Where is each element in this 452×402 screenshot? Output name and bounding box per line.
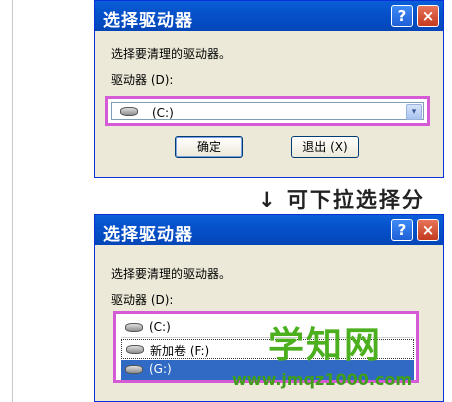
drive-icon [125, 323, 143, 332]
drive-icon [125, 365, 143, 374]
select-drive-dialog-top: 选择驱动器 ? × 选择要清理的驱动器。 驱动器 (D): (C:) ▾ 确定 … [94, 0, 444, 178]
watermark-url: www.jmqz1000.com [232, 370, 413, 389]
title-bar: 选择驱动器 ? × [95, 215, 443, 245]
chevron-down-icon[interactable]: ▾ [406, 104, 422, 120]
drive-label: 驱动器 (D): [111, 293, 174, 307]
dialog-title: 选择驱动器 [103, 225, 193, 245]
drive-combobox[interactable]: (C:) ▾ [111, 102, 424, 120]
help-button[interactable]: ? [391, 5, 413, 27]
prompt-text: 选择要清理的驱动器。 [111, 47, 232, 61]
ok-button[interactable]: 确定 [175, 136, 243, 158]
dialog-title: 选择驱动器 [103, 11, 193, 31]
exit-button[interactable]: 退出 (X) [291, 136, 359, 158]
instruction-caption: ↓ 可下拉选择分 [258, 188, 425, 212]
title-bar: 选择驱动器 ? × [95, 1, 443, 31]
selected-drive: (C:) [152, 106, 174, 120]
close-button[interactable]: × [417, 219, 439, 241]
drive-label: 驱动器 (D): [111, 73, 174, 87]
close-button[interactable]: × [417, 5, 439, 27]
help-button[interactable]: ? [391, 219, 413, 241]
drive-option-label: 新加卷 (F:) [150, 344, 210, 358]
prompt-text: 选择要清理的驱动器。 [111, 267, 232, 281]
drive-combobox-highlight: (C:) ▾ [105, 96, 430, 126]
site-watermark: 学知网 www.jmqz1000.com [228, 316, 452, 402]
page-left-rule [12, 0, 13, 402]
drive-icon [126, 345, 144, 354]
drive-icon [120, 107, 138, 116]
watermark-logo: 学知网 [268, 325, 383, 366]
drive-option-label: (C:) [149, 320, 171, 334]
drive-option-label: (G:) [149, 362, 172, 376]
